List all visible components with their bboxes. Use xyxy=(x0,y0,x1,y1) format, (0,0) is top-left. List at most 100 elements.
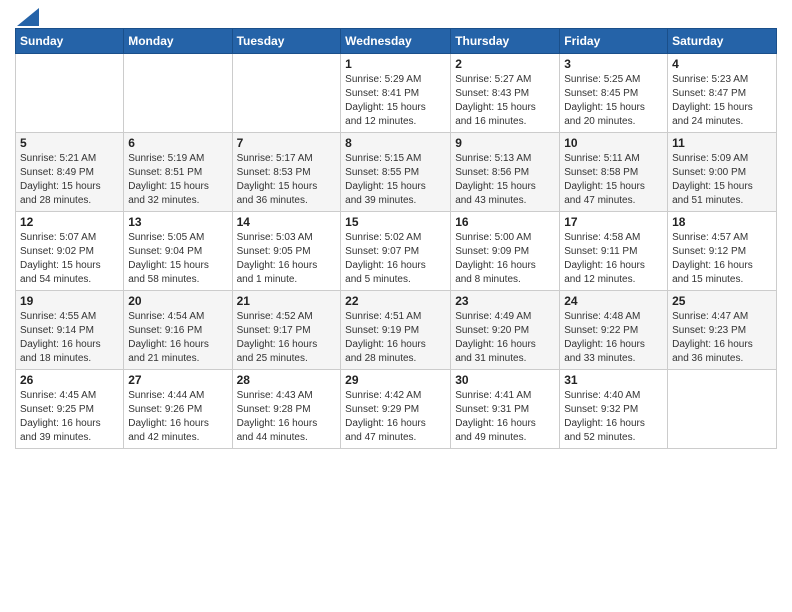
day-number-6: 6 xyxy=(128,136,227,150)
day-cell-8: 8 Sunrise: 5:15 AM Sunset: 8:55 PM Daylig… xyxy=(341,133,451,212)
day-cell-20: 20 Sunrise: 4:54 AM Sunset: 9:16 PM Dayli… xyxy=(124,291,232,370)
day-number-27: 27 xyxy=(128,373,227,387)
week-row-1: 1Sunrise: 5:29 AM Sunset: 8:41 PM Daylig… xyxy=(16,54,777,133)
logo-icon xyxy=(17,8,39,26)
day-number-14: 14 xyxy=(237,215,337,229)
day-number-21: 21 xyxy=(237,294,337,308)
day-number-18: 18 xyxy=(672,215,772,229)
day-info-27: Sunrise: 4:44 AM Sunset: 9:26 PM Dayligh… xyxy=(128,389,227,445)
day-number-2: 2 xyxy=(455,57,555,71)
day-number-4: 4 xyxy=(672,57,772,71)
day-info-21: Sunrise: 4:52 AM Sunset: 9:17 PM Dayligh… xyxy=(237,310,337,366)
day-info-3: Sunrise: 5:25 AM Sunset: 8:45 PM Dayligh… xyxy=(564,73,663,129)
day-info-26: Sunrise: 4:45 AM Sunset: 9:25 PM Dayligh… xyxy=(20,389,119,445)
day-number-29: 29 xyxy=(345,373,446,387)
week-row-2: 5 Sunrise: 5:21 AM Sunset: 8:49 PM Daylig… xyxy=(16,133,777,212)
day-cell-18: 18 Sunrise: 4:57 AM Sunset: 9:12 PM Dayli… xyxy=(668,212,777,291)
day-number-11: 11 xyxy=(672,136,772,150)
day-cell-15: 15 Sunrise: 5:02 AM Sunset: 9:07 PM Dayli… xyxy=(341,212,451,291)
day-number-9: 9 xyxy=(455,136,555,150)
calendar-header-row: SundayMondayTuesdayWednesdayThursdayFrid… xyxy=(16,29,777,54)
day-cell-30: 30Sunrise: 4:41 AM Sunset: 9:31 PM Dayli… xyxy=(451,370,560,449)
day-cell-10: 10 Sunrise: 5:11 AM Sunset: 8:58 PM Dayli… xyxy=(560,133,668,212)
day-number-17: 17 xyxy=(564,215,663,229)
day-info-18: Sunrise: 4:57 AM Sunset: 9:12 PM Dayligh… xyxy=(672,231,772,287)
day-cell-9: 9 Sunrise: 5:13 AM Sunset: 8:56 PM Daylig… xyxy=(451,133,560,212)
empty-cell xyxy=(124,54,232,133)
day-number-19: 19 xyxy=(20,294,119,308)
day-info-17: Sunrise: 4:58 AM Sunset: 9:11 PM Dayligh… xyxy=(564,231,663,287)
day-info-1: Sunrise: 5:29 AM Sunset: 8:41 PM Dayligh… xyxy=(345,73,446,129)
day-info-12: Sunrise: 5:07 AM Sunset: 9:02 PM Dayligh… xyxy=(20,231,119,287)
day-info-7: Sunrise: 5:17 AM Sunset: 8:53 PM Dayligh… xyxy=(237,152,337,208)
header-thursday: Thursday xyxy=(451,29,560,54)
day-info-4: Sunrise: 5:23 AM Sunset: 8:47 PM Dayligh… xyxy=(672,73,772,129)
day-number-5: 5 xyxy=(20,136,119,150)
day-number-20: 20 xyxy=(128,294,227,308)
day-cell-13: 13Sunrise: 5:05 AM Sunset: 9:04 PM Dayli… xyxy=(124,212,232,291)
day-number-7: 7 xyxy=(237,136,337,150)
day-number-13: 13 xyxy=(128,215,227,229)
day-number-28: 28 xyxy=(237,373,337,387)
day-cell-21: 21 Sunrise: 4:52 AM Sunset: 9:17 PM Dayli… xyxy=(232,291,341,370)
day-info-28: Sunrise: 4:43 AM Sunset: 9:28 PM Dayligh… xyxy=(237,389,337,445)
day-cell-24: 24 Sunrise: 4:48 AM Sunset: 9:22 PM Dayli… xyxy=(560,291,668,370)
day-number-12: 12 xyxy=(20,215,119,229)
day-info-5: Sunrise: 5:21 AM Sunset: 8:49 PM Dayligh… xyxy=(20,152,119,208)
day-cell-19: 19 Sunrise: 4:55 AM Sunset: 9:14 PM Dayli… xyxy=(16,291,124,370)
day-cell-16: 16 Sunrise: 5:00 AM Sunset: 9:09 PM Dayli… xyxy=(451,212,560,291)
day-cell-25: 25 Sunrise: 4:47 AM Sunset: 9:23 PM Dayli… xyxy=(668,291,777,370)
day-info-31: Sunrise: 4:40 AM Sunset: 9:32 PM Dayligh… xyxy=(564,389,663,445)
empty-cell xyxy=(232,54,341,133)
day-number-15: 15 xyxy=(345,215,446,229)
calendar-table: SundayMondayTuesdayWednesdayThursdayFrid… xyxy=(15,28,777,449)
day-info-8: Sunrise: 5:15 AM Sunset: 8:55 PM Dayligh… xyxy=(345,152,446,208)
day-info-14: Sunrise: 5:03 AM Sunset: 9:05 PM Dayligh… xyxy=(237,231,337,287)
header-monday: Monday xyxy=(124,29,232,54)
day-number-31: 31 xyxy=(564,373,663,387)
day-cell-27: 27 Sunrise: 4:44 AM Sunset: 9:26 PM Dayli… xyxy=(124,370,232,449)
empty-cell xyxy=(16,54,124,133)
day-cell-22: 22Sunrise: 4:51 AM Sunset: 9:19 PM Dayli… xyxy=(341,291,451,370)
calendar-page: SundayMondayTuesdayWednesdayThursdayFrid… xyxy=(0,0,792,612)
day-info-10: Sunrise: 5:11 AM Sunset: 8:58 PM Dayligh… xyxy=(564,152,663,208)
header-wednesday: Wednesday xyxy=(341,29,451,54)
logo xyxy=(15,10,39,20)
day-number-25: 25 xyxy=(672,294,772,308)
header-saturday: Saturday xyxy=(668,29,777,54)
day-info-11: Sunrise: 5:09 AM Sunset: 9:00 PM Dayligh… xyxy=(672,152,772,208)
day-info-20: Sunrise: 4:54 AM Sunset: 9:16 PM Dayligh… xyxy=(128,310,227,366)
day-number-22: 22 xyxy=(345,294,446,308)
day-cell-6: 6 Sunrise: 5:19 AM Sunset: 8:51 PM Daylig… xyxy=(124,133,232,212)
day-info-24: Sunrise: 4:48 AM Sunset: 9:22 PM Dayligh… xyxy=(564,310,663,366)
day-number-8: 8 xyxy=(345,136,446,150)
day-cell-3: 3 Sunrise: 5:25 AM Sunset: 8:45 PM Daylig… xyxy=(560,54,668,133)
day-info-15: Sunrise: 5:02 AM Sunset: 9:07 PM Dayligh… xyxy=(345,231,446,287)
header-sunday: Sunday xyxy=(16,29,124,54)
day-cell-5: 5 Sunrise: 5:21 AM Sunset: 8:49 PM Daylig… xyxy=(16,133,124,212)
week-row-4: 19 Sunrise: 4:55 AM Sunset: 9:14 PM Dayli… xyxy=(16,291,777,370)
day-cell-12: 12 Sunrise: 5:07 AM Sunset: 9:02 PM Dayli… xyxy=(16,212,124,291)
day-info-9: Sunrise: 5:13 AM Sunset: 8:56 PM Dayligh… xyxy=(455,152,555,208)
day-cell-7: 7 Sunrise: 5:17 AM Sunset: 8:53 PM Daylig… xyxy=(232,133,341,212)
day-cell-14: 14 Sunrise: 5:03 AM Sunset: 9:05 PM Dayli… xyxy=(232,212,341,291)
day-info-6: Sunrise: 5:19 AM Sunset: 8:51 PM Dayligh… xyxy=(128,152,227,208)
day-cell-1: 1Sunrise: 5:29 AM Sunset: 8:41 PM Daylig… xyxy=(341,54,451,133)
day-info-19: Sunrise: 4:55 AM Sunset: 9:14 PM Dayligh… xyxy=(20,310,119,366)
day-cell-2: 2Sunrise: 5:27 AM Sunset: 8:43 PM Daylig… xyxy=(451,54,560,133)
day-cell-31: 31 Sunrise: 4:40 AM Sunset: 9:32 PM Dayli… xyxy=(560,370,668,449)
day-number-3: 3 xyxy=(564,57,663,71)
day-info-29: Sunrise: 4:42 AM Sunset: 9:29 PM Dayligh… xyxy=(345,389,446,445)
day-cell-11: 11 Sunrise: 5:09 AM Sunset: 9:00 PM Dayli… xyxy=(668,133,777,212)
day-info-16: Sunrise: 5:00 AM Sunset: 9:09 PM Dayligh… xyxy=(455,231,555,287)
header xyxy=(15,10,777,20)
day-cell-17: 17 Sunrise: 4:58 AM Sunset: 9:11 PM Dayli… xyxy=(560,212,668,291)
day-number-16: 16 xyxy=(455,215,555,229)
day-number-10: 10 xyxy=(564,136,663,150)
day-info-30: Sunrise: 4:41 AM Sunset: 9:31 PM Dayligh… xyxy=(455,389,555,445)
day-info-25: Sunrise: 4:47 AM Sunset: 9:23 PM Dayligh… xyxy=(672,310,772,366)
day-cell-23: 23Sunrise: 4:49 AM Sunset: 9:20 PM Dayli… xyxy=(451,291,560,370)
day-number-24: 24 xyxy=(564,294,663,308)
day-cell-26: 26 Sunrise: 4:45 AM Sunset: 9:25 PM Dayli… xyxy=(16,370,124,449)
day-number-26: 26 xyxy=(20,373,119,387)
